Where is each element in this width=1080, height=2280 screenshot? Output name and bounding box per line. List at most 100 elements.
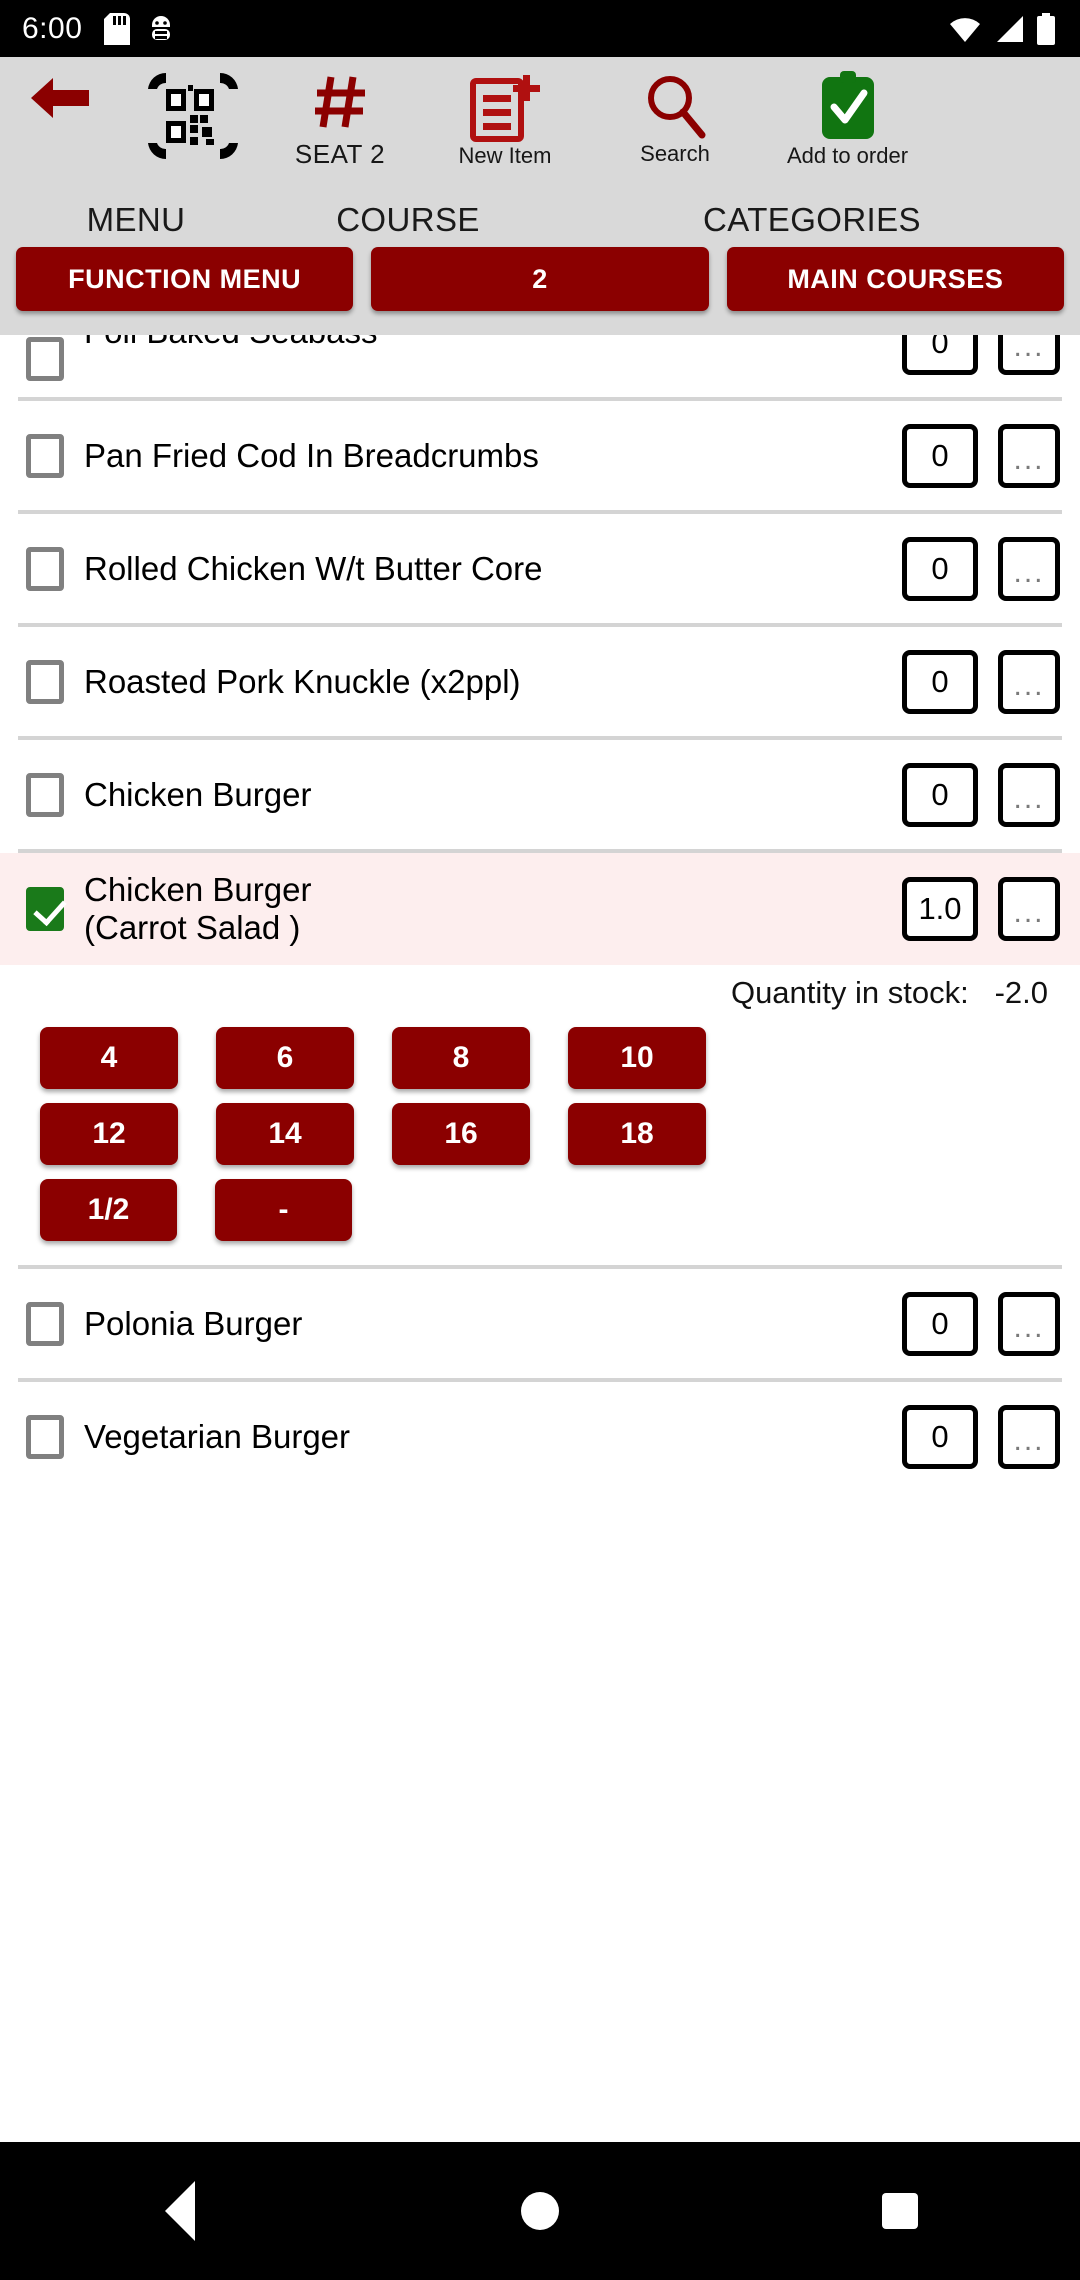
new-item-label: New Item xyxy=(458,143,552,168)
item-quantity-field[interactable]: 0 xyxy=(902,335,978,375)
menu-item-list[interactable]: Foil Baked Seabass 0 ... Pan Fried Cod I… xyxy=(0,335,1080,1940)
keypad-row-3: 1/2 - xyxy=(0,1179,1080,1255)
seat-button[interactable]: SEAT 2 xyxy=(265,57,415,167)
qty-button-16[interactable]: 16 xyxy=(392,1103,530,1165)
qr-scan-button[interactable] xyxy=(120,57,265,163)
course-selector-button[interactable]: 2 xyxy=(371,247,709,311)
nav-recents-button[interactable] xyxy=(840,2171,960,2251)
item-more-button[interactable]: ... xyxy=(998,1291,1060,1356)
new-document-icon xyxy=(470,75,540,142)
item-checkbox[interactable] xyxy=(26,659,64,704)
quantity-keypad-panel: Quantity in stock: -2.0 4 6 8 10 12 14 1… xyxy=(0,965,1080,1265)
item-checkbox[interactable] xyxy=(26,772,64,817)
table-row[interactable]: Chicken Burger 0 ... xyxy=(0,740,1080,849)
status-time: 6:00 xyxy=(22,11,83,45)
nav-home-button[interactable] xyxy=(480,2171,600,2251)
table-row-selected[interactable]: Chicken Burger (Carrot Salad ) 1.0 ... xyxy=(0,853,1080,965)
stock-label: Quantity in stock: xyxy=(730,975,969,1010)
qty-button-8[interactable]: 8 xyxy=(392,1027,530,1089)
usb-debug-icon xyxy=(152,15,171,40)
battery-icon xyxy=(1037,12,1055,45)
qty-button-4[interactable]: 4 xyxy=(40,1027,178,1089)
item-checkbox[interactable] xyxy=(26,546,64,591)
qty-button-12[interactable]: 12 xyxy=(40,1103,178,1165)
add-to-order-label: Add to order xyxy=(786,143,909,168)
item-quantity-field[interactable]: 0 xyxy=(902,536,978,601)
item-name: Polonia Burger xyxy=(84,1304,303,1342)
menu-selector-button[interactable]: FUNCTION MENU xyxy=(16,247,354,311)
tab-course[interactable]: COURSE xyxy=(272,201,544,239)
qty-button-6[interactable]: 6 xyxy=(216,1027,354,1089)
item-name: Rolled Chicken W/t Butter Core xyxy=(84,549,543,587)
clipboard-check-icon xyxy=(821,71,874,139)
status-right-icons xyxy=(948,0,1056,57)
nav-back-button[interactable] xyxy=(120,2171,240,2251)
stock-line: Quantity in stock: -2.0 xyxy=(0,965,1080,1027)
search-icon xyxy=(648,76,706,139)
item-modifier: (Carrot Salad ) xyxy=(84,909,301,946)
status-bar: 6:00 xyxy=(0,0,1080,57)
item-checkbox[interactable] xyxy=(26,1414,64,1459)
back-button[interactable] xyxy=(0,57,120,127)
item-name: Roasted Pork Knuckle (x2ppl) xyxy=(84,662,521,700)
search-label: Search xyxy=(640,141,710,166)
categories-selector-button[interactable]: MAIN COURSES xyxy=(726,247,1064,311)
nav-home-icon xyxy=(521,2192,559,2230)
item-more-button[interactable]: ... xyxy=(998,335,1060,375)
tab-menu[interactable]: MENU xyxy=(0,201,272,239)
add-to-order-button[interactable]: Add to order xyxy=(755,57,940,167)
item-checkbox[interactable] xyxy=(26,1301,64,1346)
item-name-group: Chicken Burger (Carrot Salad ) xyxy=(84,871,902,947)
item-quantity-field[interactable]: 0 xyxy=(902,423,978,488)
item-name: Vegetarian Burger xyxy=(84,1417,351,1455)
search-button[interactable]: Search xyxy=(595,57,755,165)
item-quantity-field[interactable]: 0 xyxy=(902,762,978,827)
item-name: Foil Baked Seabass xyxy=(84,335,902,351)
keypad-row-1: 4 6 8 10 xyxy=(0,1027,1080,1103)
table-row[interactable]: Rolled Chicken W/t Butter Core 0 ... xyxy=(0,514,1080,623)
hash-icon xyxy=(315,76,365,128)
status-left-icons xyxy=(104,12,176,45)
qty-button-18[interactable]: 18 xyxy=(568,1103,706,1165)
stock-value: -2.0 xyxy=(994,975,1048,1010)
qty-button-half[interactable]: 1/2 xyxy=(40,1179,177,1241)
item-checkbox[interactable] xyxy=(26,887,64,931)
item-checkbox[interactable] xyxy=(26,433,64,478)
item-more-button[interactable]: ... xyxy=(998,762,1060,827)
wifi-icon xyxy=(950,17,980,42)
item-name: Chicken Burger xyxy=(84,871,312,909)
item-name: Pan Fried Cod In Breadcrumbs xyxy=(84,436,539,474)
qty-button-14[interactable]: 14 xyxy=(216,1103,354,1165)
tab-headers: MENU COURSE CATEGORIES xyxy=(0,167,1080,247)
item-name: Chicken Burger xyxy=(84,775,312,813)
top-toolbar: SEAT 2 New Item Search Add to order xyxy=(0,57,1080,167)
item-more-button[interactable]: ... xyxy=(998,1404,1060,1469)
item-more-button[interactable]: ... xyxy=(998,536,1060,601)
item-more-button[interactable]: ... xyxy=(998,877,1060,941)
item-quantity-field[interactable]: 0 xyxy=(902,1291,978,1356)
seat-label: SEAT 2 xyxy=(294,139,386,169)
item-quantity-field[interactable]: 0 xyxy=(902,1404,978,1469)
new-item-button[interactable]: New Item xyxy=(415,57,595,167)
item-checkbox[interactable] xyxy=(26,337,64,381)
nav-recents-icon xyxy=(882,2193,918,2229)
table-row[interactable]: Vegetarian Burger 0 ... xyxy=(0,1382,1080,1491)
nav-back-icon xyxy=(165,2181,195,2241)
item-more-button[interactable]: ... xyxy=(998,649,1060,714)
arrow-left-icon xyxy=(31,78,89,118)
tab-categories[interactable]: CATEGORIES xyxy=(544,201,1080,239)
cell-signal-icon xyxy=(997,15,1023,42)
item-more-button[interactable]: ... xyxy=(998,423,1060,488)
table-row[interactable]: Roasted Pork Knuckle (x2ppl) 0 ... xyxy=(0,627,1080,736)
android-navigation-bar xyxy=(0,2142,1080,2280)
item-quantity-field[interactable]: 0 xyxy=(902,649,978,714)
table-row[interactable]: Polonia Burger 0 ... xyxy=(0,1269,1080,1378)
qty-button-minus[interactable]: - xyxy=(215,1179,352,1241)
selector-row: FUNCTION MENU 2 MAIN COURSES xyxy=(0,247,1080,335)
table-row[interactable]: Foil Baked Seabass 0 ... xyxy=(0,335,1080,397)
sd-card-icon xyxy=(104,12,131,45)
item-quantity-field[interactable]: 1.0 xyxy=(902,877,978,941)
qty-button-10[interactable]: 10 xyxy=(568,1027,706,1089)
qr-code-icon xyxy=(147,72,238,160)
table-row[interactable]: Pan Fried Cod In Breadcrumbs 0 ... xyxy=(0,401,1080,510)
